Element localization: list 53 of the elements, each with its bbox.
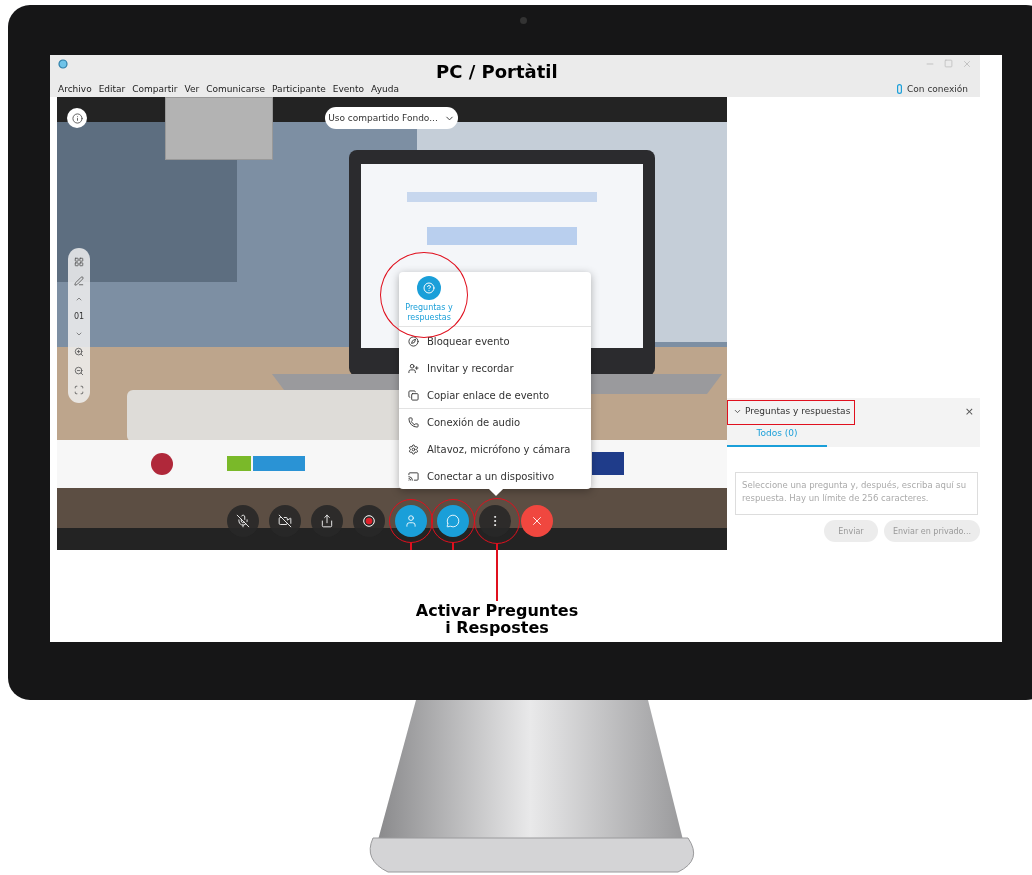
info-icon [71, 112, 83, 124]
menu-item[interactable]: Bloquear evento [399, 327, 591, 355]
menu-item[interactable]: Altavoz, micrófono y cámara [399, 435, 591, 463]
connection-icon [897, 84, 903, 94]
microphone-off-icon [236, 514, 250, 528]
menu-item[interactable]: Ver [184, 84, 200, 94]
mute-button[interactable] [227, 505, 259, 537]
zoom-out-icon[interactable] [74, 365, 84, 376]
menu-item[interactable]: Invitar y recordar [399, 354, 591, 382]
menu-item[interactable]: Evento [332, 84, 365, 94]
grid-icon[interactable] [74, 256, 84, 267]
zoom-in-icon[interactable] [74, 346, 84, 357]
more-button[interactable] [479, 505, 511, 537]
menu-item[interactable]: Ayuda [371, 84, 399, 94]
answer-field[interactable]: Seleccione una pregunta y, después, escriba aquí su respuesta. Hay un límite de 256 caracteres. [735, 472, 978, 515]
leader-line [496, 544, 498, 601]
qa-panel-title: Preguntas y respuestas [745, 406, 851, 416]
annotation-title: PC / Portàtil [436, 61, 558, 82]
menu-item[interactable]: Conectar a un dispositivo [399, 462, 591, 490]
record-button[interactable] [353, 505, 385, 537]
camera-button[interactable] [269, 505, 301, 537]
share-icon [320, 514, 334, 528]
record-icon [363, 515, 375, 527]
app-logo-icon [58, 59, 68, 69]
fit-icon[interactable] [74, 384, 84, 395]
copy-icon [408, 389, 419, 401]
person-icon [404, 514, 418, 528]
close-icon [530, 514, 544, 528]
pen-icon[interactable] [74, 275, 84, 286]
menu-item[interactable]: Conexión de audio [399, 408, 591, 436]
share-dropdown[interactable]: Uso compartido Fondo... [325, 107, 458, 129]
close-panel-button[interactable]: × [964, 404, 974, 418]
connection-status: Con conexión [907, 84, 968, 94]
menu-item[interactable]: Copiar enlace de evento [399, 381, 591, 409]
annotation-caption: Activar Preguntes i Respostes [414, 603, 580, 637]
menu-item[interactable]: Compartir [132, 84, 178, 94]
chat-icon [446, 514, 460, 528]
menu-item[interactable]: Comunicarse [206, 84, 266, 94]
question-icon [417, 276, 441, 300]
menu-item[interactable]: Archivo [58, 84, 92, 94]
share-button[interactable] [311, 505, 343, 537]
settings-icon [408, 443, 419, 455]
leave-button[interactable] [521, 505, 553, 537]
camera-dot [520, 17, 527, 24]
info-button[interactable] [67, 108, 87, 128]
participants-button[interactable] [395, 505, 427, 537]
camera-off-icon [278, 514, 292, 528]
invite-icon [408, 362, 419, 374]
menu-item[interactable]: Participante [272, 84, 326, 94]
chat-button[interactable] [437, 505, 469, 537]
cast-icon [408, 470, 419, 482]
menu-item[interactable]: Editar [98, 84, 126, 94]
page-number: 01 [73, 311, 85, 321]
